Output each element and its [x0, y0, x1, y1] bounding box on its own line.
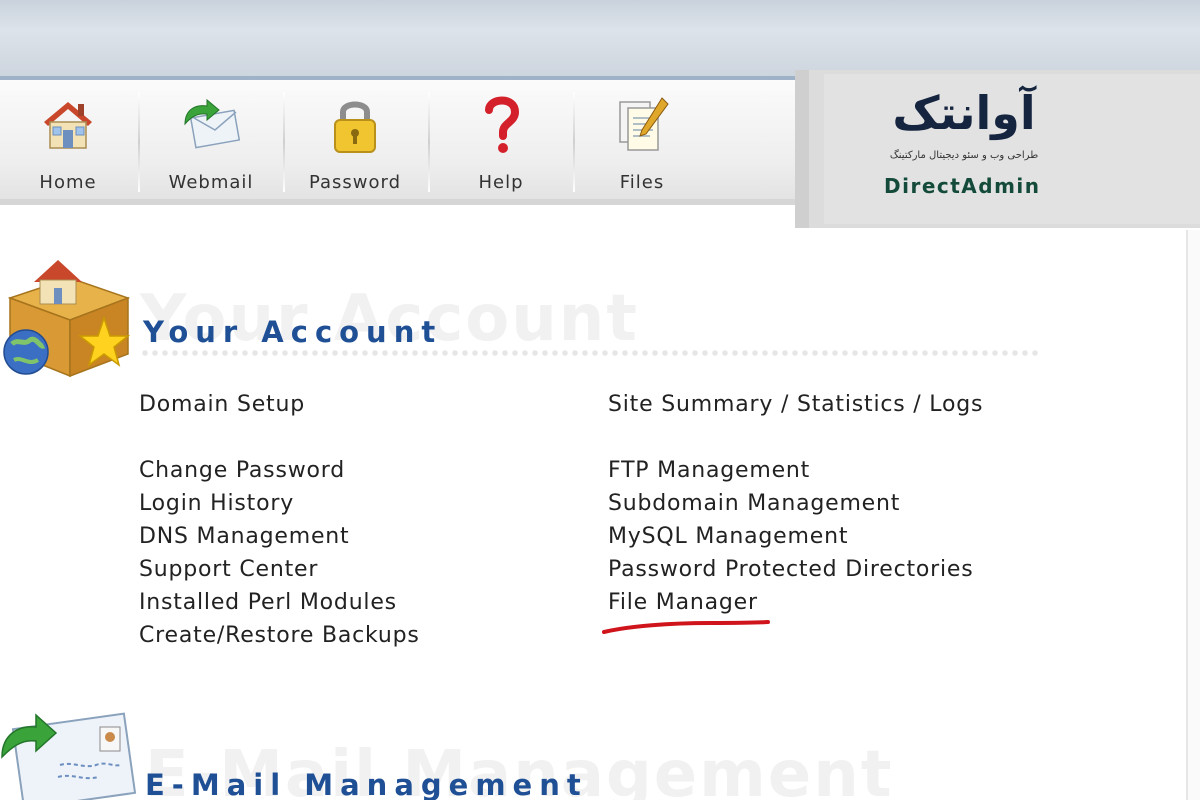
link-installed-perl-modules[interactable]: Installed Perl Modules — [139, 590, 397, 615]
toolbar-password-label: Password — [308, 172, 402, 193]
toolbar-webmail-label: Webmail — [168, 172, 254, 193]
toolbar-home-button[interactable]: Home — [3, 90, 133, 200]
brand-watermark: آوانتک طراحی وب و سئو دیجیتال مارکتینگ D… — [795, 70, 1200, 228]
house-icon — [44, 102, 92, 149]
toolbar-help-button[interactable]: Help — [436, 90, 566, 200]
link-support-center[interactable]: Support Center — [139, 557, 318, 582]
account-section-title: Your Account — [143, 315, 443, 349]
highlight-underline-mark — [602, 620, 770, 634]
email-section-title: E-Mail Management — [145, 768, 588, 800]
toolbar-home-label: Home — [39, 172, 97, 193]
toolbar-help-label: Help — [478, 172, 524, 193]
brand-tagline: طراحی وب و سئو دیجیتال مارکتینگ — [889, 150, 1039, 161]
brand-logo: آوانتک — [892, 86, 1036, 140]
envelope-icon — [184, 98, 241, 149]
link-subdomain-management[interactable]: Subdomain Management — [608, 491, 900, 516]
toolbar-separator — [138, 92, 140, 192]
toolbar-separator — [283, 92, 285, 192]
link-domain-setup[interactable]: Domain Setup — [139, 392, 305, 417]
account-box-icon — [3, 260, 131, 378]
link-create-restore-backups[interactable]: Create/Restore Backups — [139, 623, 420, 648]
brand-product-name: DirectAdmin — [884, 174, 1041, 198]
toolbar-files-label: Files — [619, 172, 665, 193]
brand-panel: آوانتک طراحی وب و سئو دیجیتال مارکتینگ D… — [824, 74, 1200, 224]
toolbar-webmail-button[interactable]: Webmail — [146, 90, 276, 200]
padlock-icon — [334, 101, 376, 153]
toolbar-files-button[interactable]: Files — [577, 90, 707, 200]
link-dns-management[interactable]: DNS Management — [139, 524, 349, 549]
email-envelope-icon — [1, 712, 137, 800]
top-banner — [0, 0, 1200, 80]
account-section-rule — [140, 348, 1040, 358]
page-right-edge — [1186, 230, 1200, 800]
link-login-history[interactable]: Login History — [139, 491, 294, 516]
link-ftp-management[interactable]: FTP Management — [608, 458, 810, 483]
link-site-summary[interactable]: Site Summary / Statistics / Logs — [608, 392, 983, 417]
link-mysql-management[interactable]: MySQL Management — [608, 524, 848, 549]
toolbar-separator — [573, 92, 575, 192]
documents-icon — [619, 97, 669, 151]
link-password-protected-directories[interactable]: Password Protected Directories — [608, 557, 974, 582]
link-file-manager[interactable]: File Manager — [608, 590, 758, 615]
toolbar-separator — [428, 92, 430, 192]
toolbar-password-button[interactable]: Password — [290, 90, 420, 200]
question-mark-icon — [485, 96, 520, 153]
link-change-password[interactable]: Change Password — [139, 458, 345, 483]
